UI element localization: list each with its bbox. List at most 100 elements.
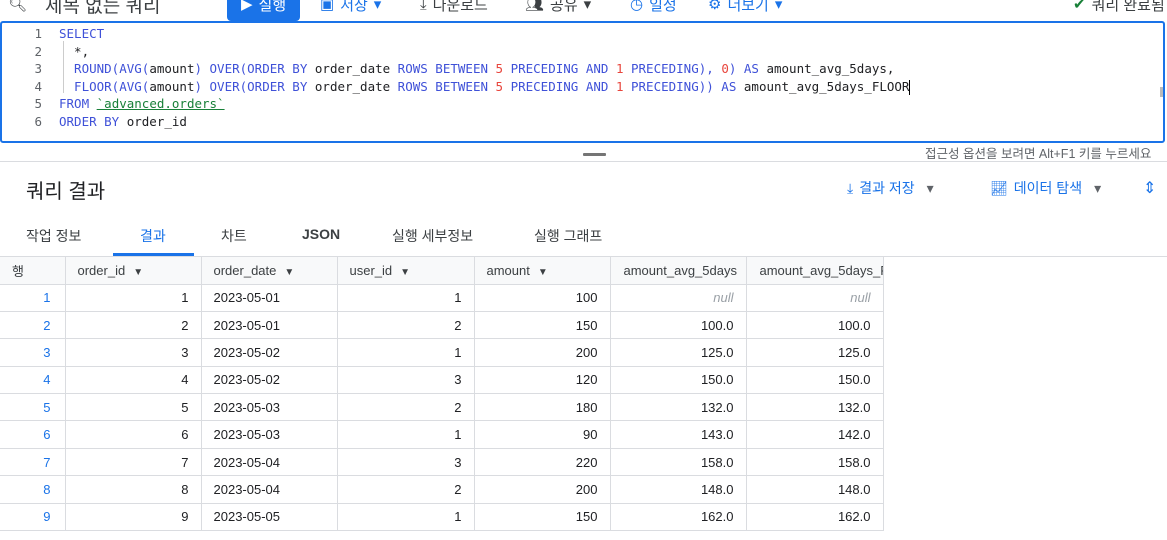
tab-chart[interactable]: 차트 xyxy=(221,226,247,246)
column-header-label: amount_avg_5days_FLOOR xyxy=(759,262,883,278)
query-title[interactable]: 제목 없는 쿼리 xyxy=(45,0,160,18)
sql-editor[interactable]: 1 SELECT 2 *, 3 ROUND(AVG(amount) OVER(ORDE… xyxy=(0,21,1165,143)
table-cell: 1 xyxy=(337,420,475,449)
table-cell: 2023-05-02 xyxy=(201,338,338,367)
table-cell: 2023-05-04 xyxy=(201,448,338,477)
editor-scrollbar[interactable] xyxy=(1160,87,1163,97)
tab-execution-details[interactable]: 실행 세부정보 xyxy=(392,226,473,246)
table-cell: 120 xyxy=(474,366,611,395)
table-cell: 5 xyxy=(65,393,202,422)
run-button[interactable]: ▶ 실행 xyxy=(227,0,301,21)
table-cell: 7 xyxy=(65,448,202,477)
table-cell: 162.0 xyxy=(610,503,747,532)
chevron-down-icon: ▾ xyxy=(926,179,934,196)
table-row: 8 8 2023-05-04 2 200 148.0 148.0 xyxy=(0,475,884,504)
line-number: 4 xyxy=(34,78,42,94)
code-token: amount_avg_5days, xyxy=(766,61,895,76)
code-token: ROUND(AVG( xyxy=(59,61,150,76)
explore-data-button[interactable]: 📈︎ 데이터 탐색 ▾ xyxy=(990,178,1101,198)
column-header[interactable]: order_id ▼ xyxy=(65,257,202,285)
text-cursor xyxy=(909,79,911,95)
table-cell: 3 xyxy=(65,338,202,367)
row-number: 6 xyxy=(0,420,66,449)
code-token: *, xyxy=(59,43,90,59)
column-header[interactable]: order_date ▼ xyxy=(201,257,338,285)
table-cell: 132.0 xyxy=(746,393,884,422)
table-cell: 4 xyxy=(65,366,202,395)
table-cell: 162.0 xyxy=(746,503,884,532)
column-header-label: order_id xyxy=(77,262,126,278)
more-button[interactable]: ⚙ 더보기 ▾ xyxy=(708,0,782,15)
table-cell: 90 xyxy=(474,420,611,449)
download-icon: ⤓ xyxy=(420,0,427,13)
tab-json[interactable]: JSON xyxy=(302,226,340,242)
line-number: 3 xyxy=(34,61,42,76)
results-title: 쿼리 결과 xyxy=(26,181,106,203)
column-header-label: 행 xyxy=(12,263,24,279)
sort-arrow-icon[interactable]: ▼ xyxy=(284,267,294,278)
table-cell: 132.0 xyxy=(610,393,747,422)
column-header-label: amount xyxy=(486,262,530,278)
schedule-button[interactable]: ◷ 일정 xyxy=(630,0,677,15)
table-cell: 100.0 xyxy=(746,311,884,340)
code-token: ) OVER(ORDER BY xyxy=(194,78,315,94)
table-cell: 2023-05-03 xyxy=(201,393,338,422)
expand-collapse-icon[interactable]: ⇕ xyxy=(1143,178,1156,198)
save-results-button[interactable]: ⤓ 결과 저장 ▾ xyxy=(847,178,934,198)
table-cell: 1 xyxy=(337,284,475,312)
table-cell: 2023-05-01 xyxy=(201,284,338,312)
code-token: amount xyxy=(149,78,195,94)
line-number: 6 xyxy=(34,113,42,129)
check-circle-icon: ✔ xyxy=(1073,0,1086,13)
tab-job-info[interactable]: 작업 정보 xyxy=(26,226,81,246)
resize-handle[interactable] xyxy=(583,153,606,156)
save-icon: ▣ xyxy=(320,0,335,13)
clock-icon: ◷ xyxy=(630,0,644,13)
table-cell: 125.0 xyxy=(610,338,747,367)
sort-arrow-icon[interactable]: ▼ xyxy=(400,267,410,278)
table-cell: 125.0 xyxy=(746,338,884,367)
column-header[interactable]: 행 xyxy=(0,257,66,285)
table-cell: 2 xyxy=(337,475,475,504)
code-token: FLOOR(AVG( xyxy=(59,78,150,94)
table-cell: 2023-05-04 xyxy=(201,475,338,504)
save-button[interactable]: ▣ 저장 ▾ xyxy=(320,0,381,15)
table-row: 9 9 2023-05-05 1 150 162.0 162.0 xyxy=(0,503,884,532)
column-header[interactable]: amount_avg_5days xyxy=(610,257,747,285)
table-cell: 100 xyxy=(474,284,611,312)
table-cell: 100.0 xyxy=(610,311,747,340)
column-header[interactable]: amount ▼ xyxy=(474,257,611,285)
table-cell: 8 xyxy=(65,475,202,504)
code-token: ) AS xyxy=(728,61,767,76)
code-token: ROWS BETWEEN xyxy=(390,78,496,94)
code-token: order_id xyxy=(126,113,187,129)
table-row: 6 6 2023-05-03 1 90 143.0 142.0 xyxy=(0,420,884,449)
code-token: ORDER BY xyxy=(59,113,127,129)
row-number: 1 xyxy=(0,284,66,312)
code-token: ROWS BETWEEN xyxy=(390,61,496,76)
sort-arrow-icon[interactable]: ▼ xyxy=(133,267,143,278)
column-header-label: order_date xyxy=(213,262,277,278)
code-token: order_date xyxy=(314,78,391,94)
code-line: *, xyxy=(59,43,89,60)
code-token: `advanced.orders` xyxy=(96,96,225,111)
code-token: PRECEDING)) AS xyxy=(623,78,744,94)
table-cell: 150.0 xyxy=(610,366,747,395)
code-line: FROM `advanced.orders` xyxy=(59,95,225,112)
table-cell: 2 xyxy=(337,393,475,422)
download-button[interactable]: ⤓ 다운로드 xyxy=(420,0,488,15)
table-cell: 148.0 xyxy=(610,475,747,504)
table-cell: 2023-05-02 xyxy=(201,366,338,395)
chart-icon: 📈︎ xyxy=(990,179,1008,196)
table-cell: 180 xyxy=(474,393,611,422)
table-cell: null xyxy=(746,284,884,312)
sort-arrow-icon[interactable]: ▼ xyxy=(538,267,548,278)
column-header[interactable]: user_id ▼ xyxy=(337,257,475,285)
play-icon: ▶ xyxy=(241,0,253,13)
tab-results[interactable]: 결과 xyxy=(140,226,166,246)
tab-execution-graph[interactable]: 실행 그래프 xyxy=(534,226,602,246)
code-token: SELECT xyxy=(59,26,105,41)
code-token: 0 xyxy=(721,61,729,76)
column-header[interactable]: amount_avg_5days_FLOOR xyxy=(746,257,884,285)
share-button[interactable]: 👥︎ 공유 ▾ xyxy=(525,0,591,15)
